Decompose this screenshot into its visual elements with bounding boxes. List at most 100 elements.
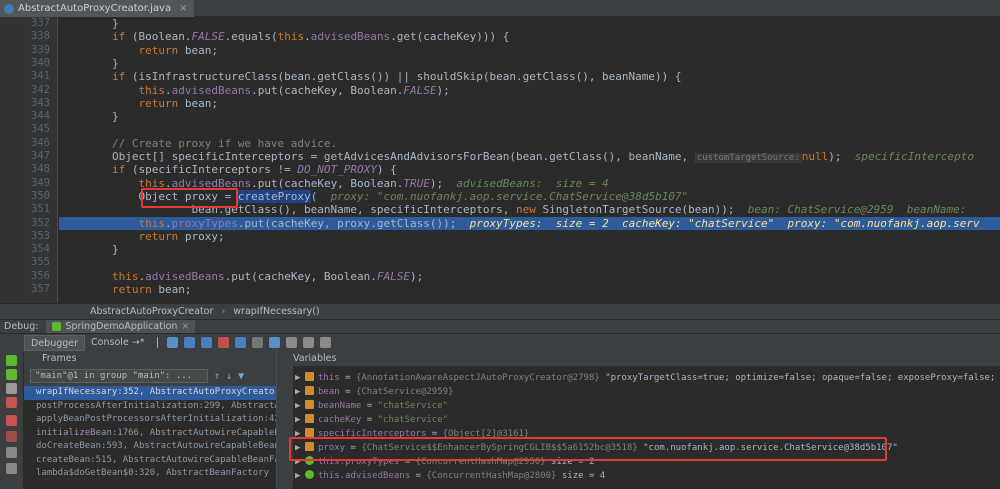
code-editor[interactable]: } if (Boolean.FALSE.equals(this.advisedB…: [59, 17, 1000, 303]
step-over-icon[interactable]: [183, 337, 195, 348]
code-line: }: [111, 243, 119, 257]
move-up-icon[interactable]: ↑: [214, 371, 220, 382]
code-line: return bean;: [138, 96, 218, 110]
execution-point-line: this.proxyTypes.put(cacheKey, proxy.getC…: [59, 216, 1000, 230]
layout-icon[interactable]: [319, 337, 331, 348]
line-number[interactable]: 346: [0, 137, 50, 150]
variables-header: Variables: [277, 351, 1000, 366]
thread-dropdown[interactable]: "main"@1 in group "main": ...: [30, 369, 208, 383]
annotation-box-proxy-variable: [289, 437, 887, 461]
show-execution-point-icon[interactable]: [166, 337, 178, 348]
tab-console[interactable]: Console →*: [85, 337, 150, 348]
debug-session-label: SpringDemoApplication: [65, 321, 178, 332]
spring-app-icon: [52, 322, 62, 331]
frame-row[interactable]: applyBeanPostProcessorsAfterInitializati…: [24, 413, 276, 427]
editor-tab[interactable]: AbstractAutoProxyCreator.java ×: [0, 0, 194, 17]
line-number[interactable]: 343: [0, 97, 50, 110]
rerun-icon[interactable]: [6, 355, 17, 366]
watch-icon: [305, 470, 314, 479]
breadcrumb: AbstractAutoProxyCreator › wrapIfNecessa…: [0, 303, 1000, 319]
code-line: return bean;: [111, 283, 192, 296]
variables-actions-strip: [277, 366, 293, 489]
debug-session-tab[interactable]: SpringDemoApplication ×: [46, 320, 196, 333]
line-number[interactable]: 338: [0, 30, 50, 43]
field-icon: [305, 428, 314, 437]
variable-row[interactable]: ▶ this.advisedBeans = {ConcurrentHashMap@…: [295, 470, 605, 483]
debug-title: Debug:: [4, 321, 39, 332]
run-to-cursor-icon[interactable]: [268, 337, 280, 348]
variable-row[interactable]: ▶ cacheKey = "chatService": [295, 414, 448, 427]
breadcrumb-class[interactable]: AbstractAutoProxyCreator: [90, 306, 213, 317]
pause-icon[interactable]: [6, 383, 17, 394]
evaluate-expression-icon[interactable]: [285, 337, 297, 348]
frames-header: Frames: [24, 351, 276, 366]
camera-icon[interactable]: [6, 447, 17, 458]
line-number[interactable]: 355: [0, 256, 50, 269]
step-out-icon[interactable]: [234, 337, 246, 348]
frame-row[interactable]: postProcessAfterInitialization:299, Abst…: [24, 400, 276, 414]
code-line: }: [111, 56, 119, 70]
line-number[interactable]: 347: [0, 150, 50, 163]
code-line: // Create proxy if we have advice.: [59, 137, 1000, 150]
line-number[interactable]: 352: [0, 217, 50, 230]
drop-frame-icon[interactable]: [251, 337, 263, 348]
code-line: if (specificInterceptors != DO_NOT_PROXY…: [111, 163, 397, 177]
breadcrumb-method[interactable]: wrapIfNecessary(): [233, 306, 319, 317]
code-line: this.advisedBeans.put(cacheKey, Boolean.…: [138, 83, 450, 97]
close-session-icon[interactable]: ×: [181, 320, 189, 333]
step-into-icon[interactable]: [200, 337, 212, 348]
line-number[interactable]: 349: [0, 177, 50, 190]
line-number[interactable]: 353: [0, 230, 50, 243]
line-number[interactable]: 341: [0, 70, 50, 83]
line-number[interactable]: 339: [0, 44, 50, 57]
line-number[interactable]: 342: [0, 84, 50, 97]
line-number[interactable]: 357: [0, 283, 50, 296]
code-line: }: [111, 110, 119, 124]
tab-debugger[interactable]: Debugger: [24, 334, 86, 351]
move-down-icon[interactable]: ↓: [226, 371, 232, 382]
frame-row[interactable]: initializeBean:1766, AbstractAutowireCap…: [24, 427, 276, 441]
settings-icon[interactable]: [6, 463, 17, 474]
debug-toolbar: Debugger Console →*: [0, 333, 1000, 351]
frame-row[interactable]: createBean:515, AbstractAutowireCapableB…: [24, 454, 276, 468]
filter-icon[interactable]: ▼: [238, 371, 244, 382]
resume-icon[interactable]: [6, 369, 17, 380]
close-tab-icon[interactable]: ×: [179, 3, 187, 14]
line-number[interactable]: 345: [0, 123, 50, 136]
field-icon: [305, 400, 314, 409]
frame-row[interactable]: lambda$doGetBean$0:320, AbstractBeanFact…: [24, 467, 276, 481]
line-number[interactable]: 337: [0, 17, 50, 30]
inline-debug-value: advisedBeans: size = 4: [456, 176, 609, 190]
breadcrumb-separator: ›: [221, 306, 226, 317]
code-line: if (Boolean.FALSE.equals(this.advisedBea…: [111, 30, 510, 44]
code-line: return proxy;: [138, 229, 225, 243]
variable-row[interactable]: ▶ bean = {ChatService@2959}: [295, 386, 454, 399]
mute-breakpoints-icon[interactable]: [6, 431, 17, 442]
trace-icon[interactable]: [302, 337, 314, 348]
inline-debug-value: proxyTypes: size = 2 cacheKey: "chatServ…: [469, 216, 980, 230]
frame-row-selected[interactable]: wrapIfNecessary:352, AbstractAutoProxyCr…: [24, 386, 276, 400]
stop-icon[interactable]: [6, 397, 17, 408]
annotation-box-object-proxy: [141, 188, 238, 208]
force-step-into-icon[interactable]: [217, 337, 229, 348]
line-number[interactable]: 356: [0, 270, 50, 283]
variable-row[interactable]: ▶ this = {AnnotationAwareAspectJAutoProxy…: [295, 372, 1000, 385]
code-line: this.advisedBeans.put(cacheKey, Boolean.…: [111, 269, 424, 283]
frames-panel: Frames "main"@1 in group "main": ... ↑ ↓…: [24, 351, 277, 489]
line-number[interactable]: 354: [0, 243, 50, 256]
console-tab-label: Console: [91, 337, 129, 348]
line-number-gutter: 337 338 339 340 341 342 343 344 345 346 347 348 349 3…: [0, 17, 58, 303]
debug-actions-strip: [0, 351, 24, 489]
line-number[interactable]: 350: [0, 190, 50, 203]
line-number[interactable]: 344: [0, 110, 50, 123]
line-number[interactable]: 348: [0, 163, 50, 176]
line-number[interactable]: 340: [0, 57, 50, 70]
view-breakpoints-icon[interactable]: [6, 415, 17, 426]
code-line: if (isInfrastructureClass(bean.getClass(…: [111, 70, 682, 84]
variable-row[interactable]: ▶ beanName = "chatService": [295, 400, 448, 413]
inline-debug-value: specificIntercepto: [854, 150, 974, 163]
line-number[interactable]: 351: [0, 203, 50, 216]
frame-row[interactable]: doCreateBean:593, AbstractAutowireCapabl…: [24, 440, 276, 454]
